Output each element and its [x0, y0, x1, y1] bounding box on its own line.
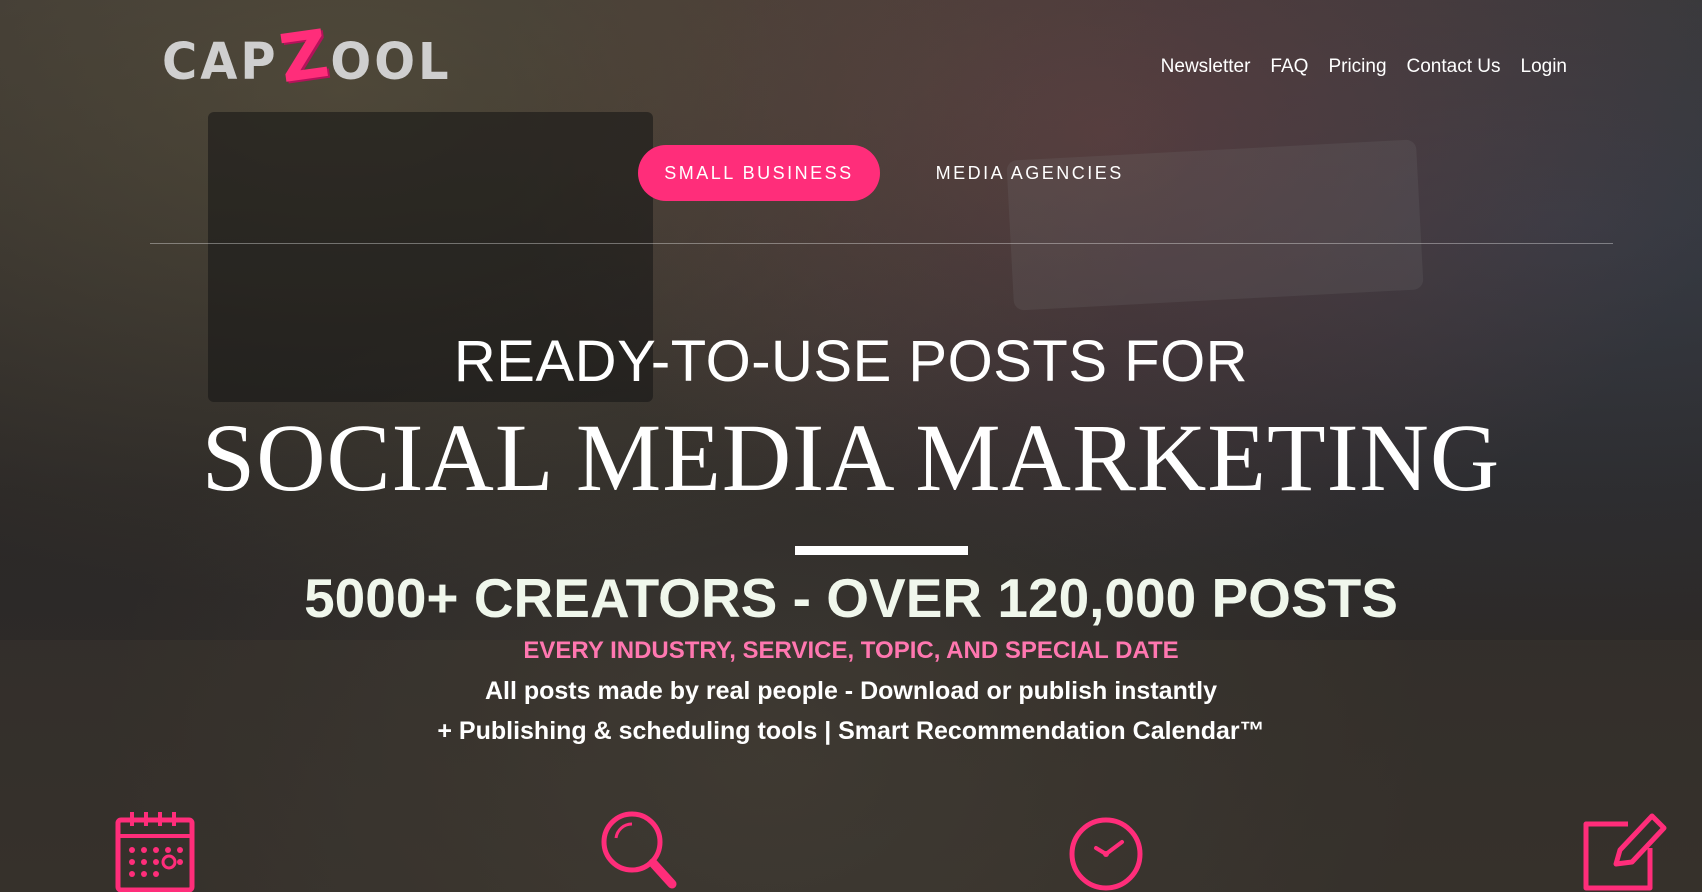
audience-tabs: SMALL BUSINESS MEDIA AGENCIES — [0, 145, 1702, 201]
logo-z-letter: Z — [274, 14, 333, 98]
nav-login[interactable]: Login — [1521, 56, 1568, 78]
nav-faq[interactable]: FAQ — [1270, 56, 1308, 78]
edit-icon — [1580, 808, 1670, 892]
search-icon — [598, 808, 688, 892]
hero-headline-line1: READY-TO-USE POSTS FOR — [453, 329, 1249, 394]
clock-icon — [1062, 808, 1152, 892]
hero-headline-line2: SOCIAL MEDIA MARKETING — [201, 404, 1501, 511]
hero-tagline-1: All posts made by real people - Download… — [484, 677, 1218, 705]
logo-text-end: OOL — [330, 32, 452, 92]
page: CAP Z OOL Newsletter FAQ Pricing Contact… — [0, 0, 1702, 892]
hero-tagline-2: + Publishing & scheduling tools | Smart … — [437, 717, 1265, 745]
logo-text-start: CAP — [162, 32, 279, 92]
hero-stats: 5000+ CREATORS - OVER 120,000 POSTS — [304, 567, 1398, 629]
hero-tagline-pink: EVERY INDUSTRY, SERVICE, TOPIC, AND SPEC… — [523, 637, 1179, 664]
nav-contact-us[interactable]: Contact Us — [1407, 56, 1501, 78]
capzool-logo[interactable]: CAP Z OOL — [162, 15, 452, 98]
top-nav: Newsletter FAQ Pricing Contact Us Login — [1161, 56, 1567, 78]
nav-pricing[interactable]: Pricing — [1328, 56, 1386, 78]
calendar-icon — [110, 808, 200, 892]
tab-small-business[interactable]: SMALL BUSINESS — [638, 145, 880, 201]
tab-media-agencies[interactable]: MEDIA AGENCIES — [936, 163, 1124, 184]
hero-accent-bar — [795, 546, 968, 555]
header-divider — [150, 243, 1613, 244]
nav-newsletter[interactable]: Newsletter — [1161, 56, 1251, 78]
